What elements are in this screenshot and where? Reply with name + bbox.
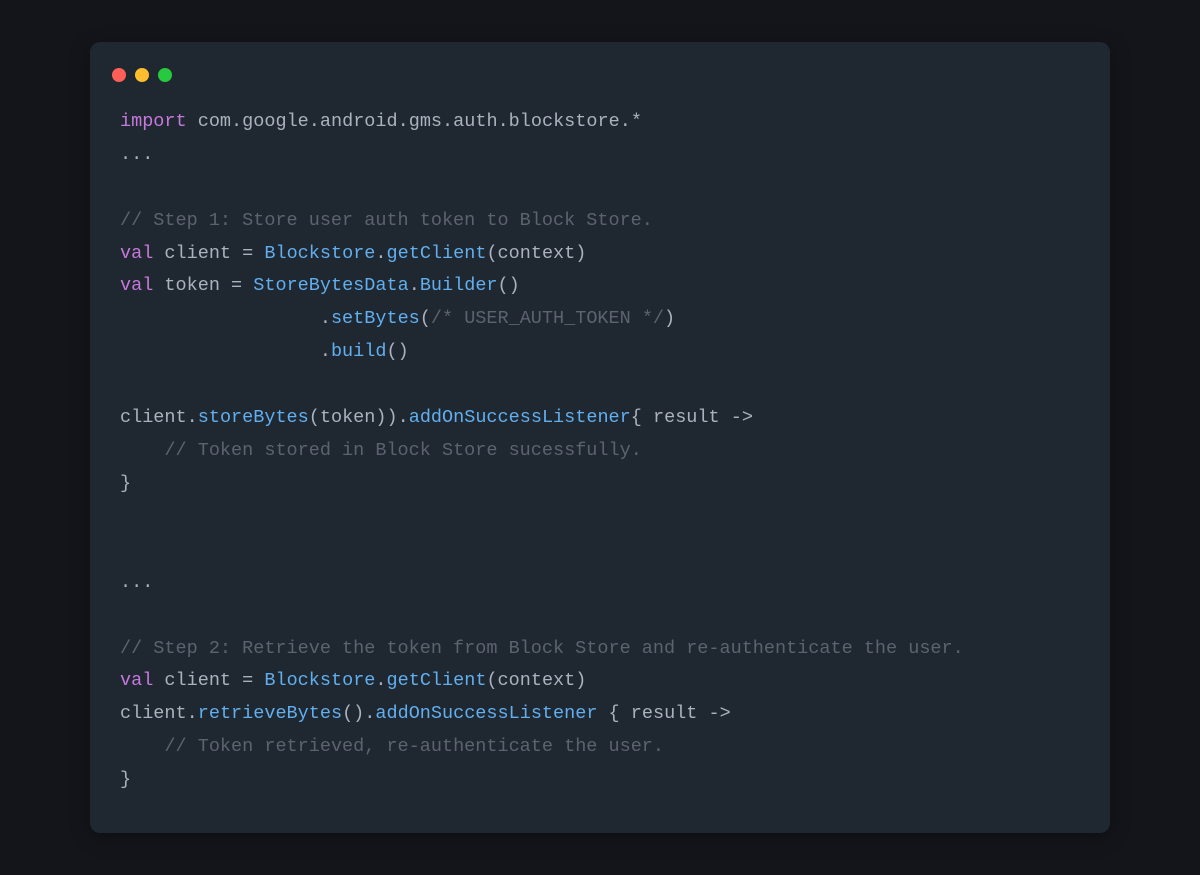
code-line: // Token stored in Block Store sucessful… <box>120 435 1080 468</box>
keyword-val: val <box>120 243 153 264</box>
function-name: Builder <box>420 275 498 296</box>
class-name: Blockstore <box>264 243 375 264</box>
argument: context <box>498 670 576 691</box>
function-name: addOnSuccessListener <box>375 703 597 724</box>
close-brace: } <box>120 473 131 494</box>
function-name: addOnSuccessListener <box>409 407 631 428</box>
function-name: storeBytes <box>198 407 309 428</box>
window-titlebar <box>90 62 1110 106</box>
code-line: // Step 2: Retrieve the token from Block… <box>120 633 1080 666</box>
code-content: import com.google.android.gms.auth.block… <box>90 106 1110 797</box>
function-name: setBytes <box>331 308 420 329</box>
code-line: import com.google.android.gms.auth.block… <box>120 106 1080 139</box>
function-name: retrieveBytes <box>198 703 342 724</box>
inline-comment: /* USER_AUTH_TOKEN */ <box>431 308 664 329</box>
keyword-import: import <box>120 111 187 132</box>
code-line: } <box>120 468 1080 501</box>
ellipsis: ... <box>120 144 153 165</box>
code-line <box>120 534 1080 567</box>
object-name: client <box>120 407 187 428</box>
close-icon[interactable] <box>112 68 126 82</box>
variable-name: token <box>164 275 220 296</box>
argument: context <box>498 243 576 264</box>
comment: // Token retrieved, re-authenticate the … <box>164 736 664 757</box>
code-line <box>120 501 1080 534</box>
class-name: Blockstore <box>264 670 375 691</box>
comment: // Token stored in Block Store sucessful… <box>164 440 641 461</box>
variable-name: client <box>164 243 231 264</box>
code-line <box>120 369 1080 402</box>
code-line: ... <box>120 139 1080 172</box>
comment: // Step 1: Store user auth token to Bloc… <box>120 210 653 231</box>
code-line <box>120 600 1080 633</box>
code-line: val token = StoreBytesData.Builder() <box>120 270 1080 303</box>
code-line: // Token retrieved, re-authenticate the … <box>120 731 1080 764</box>
code-line: client.retrieveBytes().addOnSuccessListe… <box>120 698 1080 731</box>
ellipsis: ... <box>120 572 153 593</box>
function-name: getClient <box>387 243 487 264</box>
lambda-param: result <box>631 703 698 724</box>
keyword-val: val <box>120 670 153 691</box>
code-line: } <box>120 764 1080 797</box>
code-line: client.storeBytes(token)).addOnSuccessLi… <box>120 402 1080 435</box>
code-line: .build() <box>120 336 1080 369</box>
minimize-icon[interactable] <box>135 68 149 82</box>
code-line: val client = Blockstore.getClient(contex… <box>120 665 1080 698</box>
code-editor-window: import com.google.android.gms.auth.block… <box>90 42 1110 833</box>
function-name: build <box>331 341 387 362</box>
lambda-param: result <box>653 407 720 428</box>
close-brace: } <box>120 769 131 790</box>
code-line: // Step 1: Store user auth token to Bloc… <box>120 205 1080 238</box>
code-line: ... <box>120 567 1080 600</box>
zoom-icon[interactable] <box>158 68 172 82</box>
function-name: getClient <box>387 670 487 691</box>
variable-name: client <box>164 670 231 691</box>
code-line: .setBytes(/* USER_AUTH_TOKEN */) <box>120 303 1080 336</box>
code-line: val client = Blockstore.getClient(contex… <box>120 238 1080 271</box>
argument: token <box>320 407 376 428</box>
code-line <box>120 172 1080 205</box>
object-name: client <box>120 703 187 724</box>
keyword-val: val <box>120 275 153 296</box>
comment: // Step 2: Retrieve the token from Block… <box>120 638 964 659</box>
class-name: StoreBytesData <box>253 275 408 296</box>
